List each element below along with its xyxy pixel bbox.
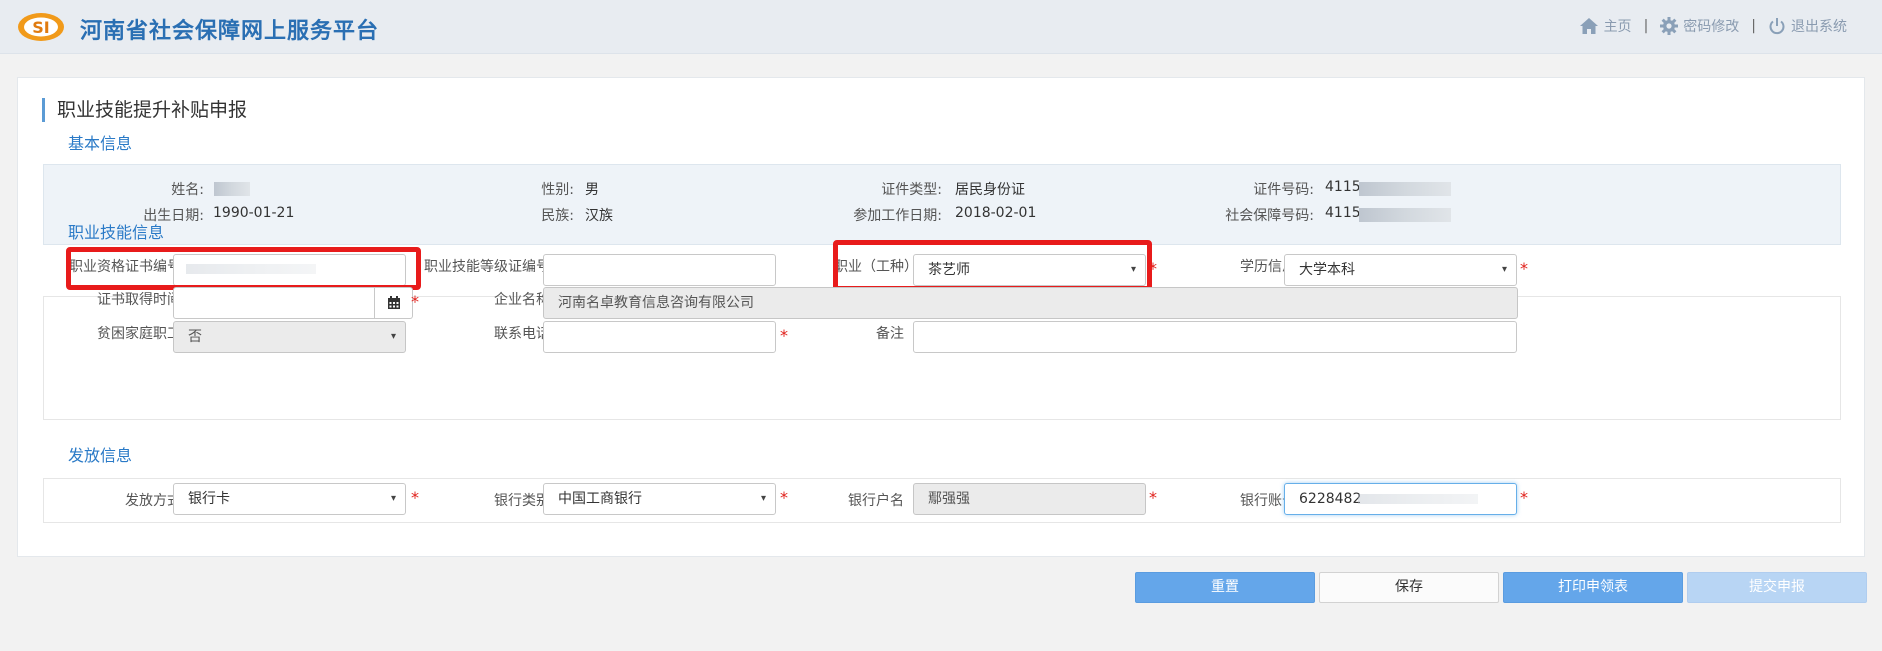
reset-button[interactable]: 重置 <box>1135 572 1315 603</box>
gender-value: 男 <box>585 182 599 198</box>
page-title: 职业技能提升补贴申报 <box>42 98 247 122</box>
nav-separator: | <box>1751 18 1756 34</box>
redaction-mask <box>1359 208 1451 222</box>
cert-no-label: 职业资格证书编号 <box>69 259 181 275</box>
id-number-value: 4115 <box>1325 179 1361 195</box>
work-start-label: 参加工作日期: <box>853 208 942 224</box>
level-cert-no-input[interactable] <box>543 254 776 286</box>
nav-home-label: 主页 <box>1603 19 1632 35</box>
nav-password-label: 密码修改 <box>1683 19 1740 35</box>
payout-method-select[interactable]: 银行卡 ▾ <box>173 483 406 515</box>
si-logo: SI <box>18 13 64 41</box>
id-type-value: 居民身份证 <box>955 182 1025 198</box>
chevron-down-icon: ▾ <box>390 493 396 504</box>
cert-date-input[interactable] <box>173 287 375 319</box>
account-name-input[interactable]: 鄢强强 <box>913 483 1146 515</box>
company-label: 企业名称 <box>494 292 550 308</box>
redaction-mask <box>1358 494 1478 504</box>
bank-type-value: 中国工商银行 <box>558 491 642 507</box>
redaction-mask <box>1359 182 1451 196</box>
calendar-icon <box>387 296 400 309</box>
power-icon <box>1769 18 1785 35</box>
chevron-down-icon: ▾ <box>1130 264 1136 275</box>
remark-input[interactable] <box>913 321 1517 353</box>
required-mark: * <box>1520 259 1528 278</box>
name-label: 姓名: <box>171 182 204 198</box>
nav-logout-label: 退出系统 <box>1791 19 1847 35</box>
ethnicity-value: 汉族 <box>585 208 613 224</box>
print-button[interactable]: 打印申领表 <box>1503 572 1683 603</box>
required-mark: * <box>1149 259 1157 278</box>
site-title: 河南省社会保障网上服务平台 <box>80 19 380 44</box>
calendar-button[interactable] <box>375 287 413 319</box>
submit-button[interactable]: 提交申报 <box>1687 572 1867 603</box>
birth-date-value: 1990-01-21 <box>213 205 295 221</box>
id-number-label: 证件号码: <box>1253 182 1314 198</box>
si-logo-text: SI <box>32 18 49 37</box>
occupation-value: 茶艺师 <box>928 262 970 278</box>
gender-label: 性别: <box>541 182 574 198</box>
payout-method-label: 发放方式 <box>125 493 181 509</box>
work-start-value: 2018-02-01 <box>955 205 1037 221</box>
poor-family-label: 贫困家庭职工 <box>97 326 181 342</box>
chevron-down-icon: ▾ <box>760 493 766 504</box>
required-mark: * <box>780 488 788 507</box>
education-value: 大学本科 <box>1299 262 1355 278</box>
payout-method-value: 银行卡 <box>188 491 230 507</box>
section-payout-title: 发放信息 <box>68 446 133 465</box>
education-label: 学历信息 <box>1240 259 1296 275</box>
phone-input[interactable] <box>543 321 776 353</box>
id-type-label: 证件类型: <box>881 182 942 198</box>
nav-home[interactable]: 主页 <box>1579 16 1632 36</box>
basic-info-panel: 姓名: 性别: 男 证件类型: 居民身份证 证件号码: 4115 出生日期: 1… <box>43 164 1841 245</box>
redaction-mask <box>214 182 250 196</box>
redaction-mask <box>186 264 316 274</box>
required-mark: * <box>780 326 788 345</box>
top-nav: 主页 | 密码修改 | 退出系统 <box>1579 16 1847 36</box>
nav-logout[interactable]: 退出系统 <box>1768 16 1847 36</box>
section-basic-title: 基本信息 <box>68 134 133 153</box>
ss-number-label: 社会保障号码: <box>1225 208 1314 224</box>
poor-family-select[interactable]: 否 ▾ <box>173 321 406 353</box>
occupation-label: 职业（工种） <box>834 259 918 275</box>
phone-label: 联系电话 <box>494 326 550 342</box>
nav-password[interactable]: 密码修改 <box>1660 16 1739 36</box>
required-mark: * <box>1520 488 1528 507</box>
gear-icon <box>1660 17 1679 35</box>
bank-type-label: 银行类别 <box>494 493 550 509</box>
nav-separator: | <box>1643 18 1649 34</box>
cert-date-label: 证书取得时间 <box>97 292 181 308</box>
top-header: SI 河南省社会保障网上服务平台 主页 | 密码修改 | 退出系统 <box>0 0 1882 54</box>
required-mark: * <box>1149 488 1157 507</box>
account-name-label: 银行户名 <box>848 493 904 509</box>
home-icon <box>1579 18 1598 34</box>
chevron-down-icon: ▾ <box>390 331 396 342</box>
occupation-select[interactable]: 茶艺师 ▾ <box>913 254 1146 286</box>
remark-label: 备注 <box>876 326 904 342</box>
company-input[interactable]: 河南名卓教育信息咨询有限公司 <box>543 287 1518 319</box>
education-select[interactable]: 大学本科 ▾ <box>1284 254 1517 286</box>
level-cert-no-label: 职业技能等级证编号 <box>424 259 550 275</box>
bank-type-select[interactable]: 中国工商银行 ▾ <box>543 483 776 515</box>
poor-family-value: 否 <box>188 329 202 345</box>
account-no-label: 银行账号 <box>1240 493 1296 509</box>
chevron-down-icon: ▾ <box>1501 264 1507 275</box>
ethnicity-label: 民族: <box>541 208 574 224</box>
save-button[interactable]: 保存 <box>1319 572 1499 603</box>
form-card: 职业技能提升补贴申报 基本信息 姓名: 性别: 男 证件类型: 居民身份证 证件… <box>17 77 1865 557</box>
section-skill-title: 职业技能信息 <box>68 223 165 242</box>
ss-number-value: 4115 <box>1325 205 1361 221</box>
